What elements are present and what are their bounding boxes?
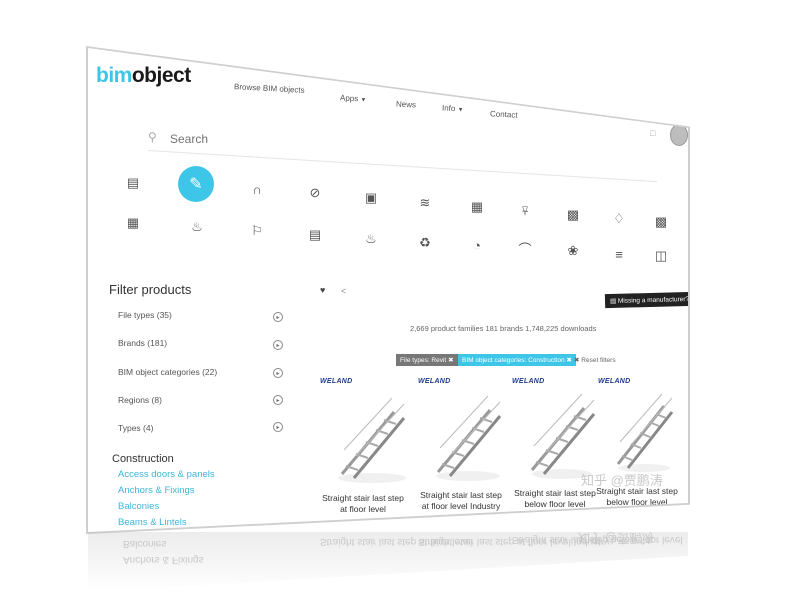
reflection-link: Balconies bbox=[123, 538, 167, 549]
wall-icon[interactable]: ▦ bbox=[122, 212, 144, 234]
bathtub-icon[interactable]: ◔ bbox=[466, 234, 488, 256]
product-title[interactable]: Straight stair last step at floor level … bbox=[418, 490, 504, 511]
stair-image bbox=[616, 393, 674, 472]
stats-line: 2,669 product families 181 brands 1,748,… bbox=[410, 324, 597, 333]
nav-browse-bim-objects[interactable]: Browse BIM objects bbox=[234, 82, 305, 95]
doors-icon[interactable]: ▤ bbox=[122, 172, 144, 194]
chair-icon[interactable]: ♢ bbox=[608, 208, 630, 230]
stair-image bbox=[530, 393, 596, 479]
expand-icon[interactable]: ▸ bbox=[273, 368, 283, 378]
reflection-link: Anchors & Fixings bbox=[123, 554, 204, 565]
filter-products-title: Filter products bbox=[109, 282, 192, 297]
search-input[interactable] bbox=[168, 131, 332, 147]
close-icon[interactable]: ✖ bbox=[448, 357, 453, 364]
share-icon[interactable]: < bbox=[341, 286, 346, 296]
logo-part-object: object bbox=[131, 64, 191, 87]
chevron-down-icon: ▼ bbox=[360, 97, 367, 104]
expand-icon[interactable]: ▸ bbox=[273, 340, 283, 350]
product-title[interactable]: Straight stair last step at floor level bbox=[320, 493, 406, 514]
bell-icon[interactable]: □ bbox=[650, 128, 655, 138]
brand-logo: WELAND bbox=[320, 378, 353, 385]
fan-icon[interactable]: ❀ bbox=[562, 240, 584, 262]
profile-icon[interactable]: ∩ bbox=[246, 178, 268, 200]
expand-icon[interactable]: ▸ bbox=[273, 422, 283, 432]
faucet-icon[interactable]: ♻ bbox=[414, 232, 436, 254]
product-title[interactable]: Straight stair last step below floor lev… bbox=[512, 488, 598, 509]
link-balconies[interactable]: Balconies bbox=[118, 501, 159, 512]
garden-icon[interactable]: ♨ bbox=[186, 216, 208, 238]
heart-icon[interactable]: ♥ bbox=[320, 285, 325, 295]
pencil-icon[interactable]: ✎ bbox=[178, 166, 214, 202]
product-card[interactable]: WELAND Straight stair last step below fl… bbox=[512, 378, 602, 528]
close-icon[interactable]: ✖ bbox=[566, 357, 571, 364]
missing-manufacturer-label: Missing a manufacturer? bbox=[617, 295, 688, 305]
brand-logo: WELAND bbox=[598, 378, 631, 385]
link-access-doors-panels[interactable]: Access doors & panels bbox=[118, 469, 215, 480]
reset-filters-label: Reset filters bbox=[581, 357, 616, 364]
active-filter-chip[interactable]: File types: Revit ✖ bbox=[396, 354, 458, 366]
search-underline bbox=[147, 150, 658, 183]
stairs-icon[interactable]: ⌒ bbox=[514, 237, 536, 259]
brand-logo: WELAND bbox=[418, 378, 451, 385]
reset-icon: ✖ bbox=[574, 357, 580, 364]
product-card[interactable]: WELAND Straight stair last step at floor… bbox=[320, 378, 410, 528]
link-beams-lintels[interactable]: Beams & Lintels bbox=[118, 517, 187, 528]
nav-info-label: Info bbox=[441, 103, 456, 114]
chip-label: File types: Revit bbox=[400, 357, 447, 364]
nav-apps[interactable]: Apps ▼ bbox=[340, 93, 367, 103]
radiator-icon[interactable]: ▣ bbox=[360, 187, 382, 209]
watermark: 知乎 @贾鹏涛 bbox=[581, 473, 663, 488]
door-icon[interactable]: ◫ bbox=[650, 245, 672, 267]
bimobject-logo[interactable]: bimobject bbox=[96, 64, 191, 88]
card-reflection: Balconies Anchors & Fixings Straight sta… bbox=[88, 532, 688, 592]
filter-file-types[interactable]: File types (35) bbox=[118, 310, 172, 320]
section-title-construction: Construction bbox=[112, 453, 174, 465]
computer-icon[interactable]: ▩ bbox=[650, 211, 672, 233]
nav-contact[interactable]: Contact bbox=[490, 109, 518, 119]
expand-icon[interactable]: ▸ bbox=[273, 312, 283, 322]
lamp-icon[interactable]: ⚐ bbox=[246, 220, 268, 242]
stair-image bbox=[436, 395, 502, 481]
brand-logo: WELAND bbox=[512, 378, 545, 385]
chip-label: BIM object categories: Construction bbox=[462, 357, 565, 364]
screenshot-card: bimobject Browse BIM objects Apps ▼ News… bbox=[88, 48, 688, 532]
link-anchors-fixings[interactable]: Anchors & Fixings bbox=[118, 485, 195, 496]
filter-regions[interactable]: Regions (8) bbox=[118, 395, 162, 405]
shower-head-icon[interactable]: ⍫ bbox=[514, 200, 536, 222]
heater-icon[interactable]: ≋ bbox=[414, 192, 436, 214]
fire-icon[interactable]: ♨ bbox=[360, 228, 382, 250]
shelf-icon[interactable]: ≡ bbox=[608, 243, 630, 265]
search-icon[interactable]: ⚲ bbox=[148, 130, 157, 144]
plug-icon[interactable]: ⊘ bbox=[304, 182, 326, 204]
nav-news[interactable]: News bbox=[396, 99, 416, 109]
expand-icon[interactable]: ▸ bbox=[273, 395, 283, 405]
nav-apps-label: Apps bbox=[339, 93, 359, 104]
cabinet-icon[interactable]: ▤ bbox=[304, 224, 326, 246]
missing-manufacturer-button[interactable]: ▤ Missing a manufacturer? bbox=[604, 291, 688, 309]
product-card[interactable]: WELAND Straight stair last step at floor… bbox=[418, 378, 508, 528]
reflection-watermark: 知乎 @贾鹏涛 bbox=[578, 532, 654, 545]
filter-bim-object-categories[interactable]: BIM object categories (22) bbox=[118, 367, 217, 377]
nav-info[interactable]: Info ▼ bbox=[442, 103, 464, 113]
panel-icon[interactable]: ▩ bbox=[562, 204, 584, 226]
stair-image bbox=[338, 397, 406, 483]
filter-types[interactable]: Types (4) bbox=[118, 423, 153, 433]
logo-part-bim: bim bbox=[96, 64, 132, 87]
reset-filters-link[interactable]: ✖ Reset filters bbox=[574, 356, 616, 364]
active-filter-chip[interactable]: BIM object categories: Construction ✖ bbox=[458, 354, 576, 366]
grille-icon[interactable]: ▦ bbox=[466, 196, 488, 218]
chevron-down-icon: ▼ bbox=[457, 107, 464, 114]
filter-brands[interactable]: Brands (181) bbox=[118, 338, 167, 348]
